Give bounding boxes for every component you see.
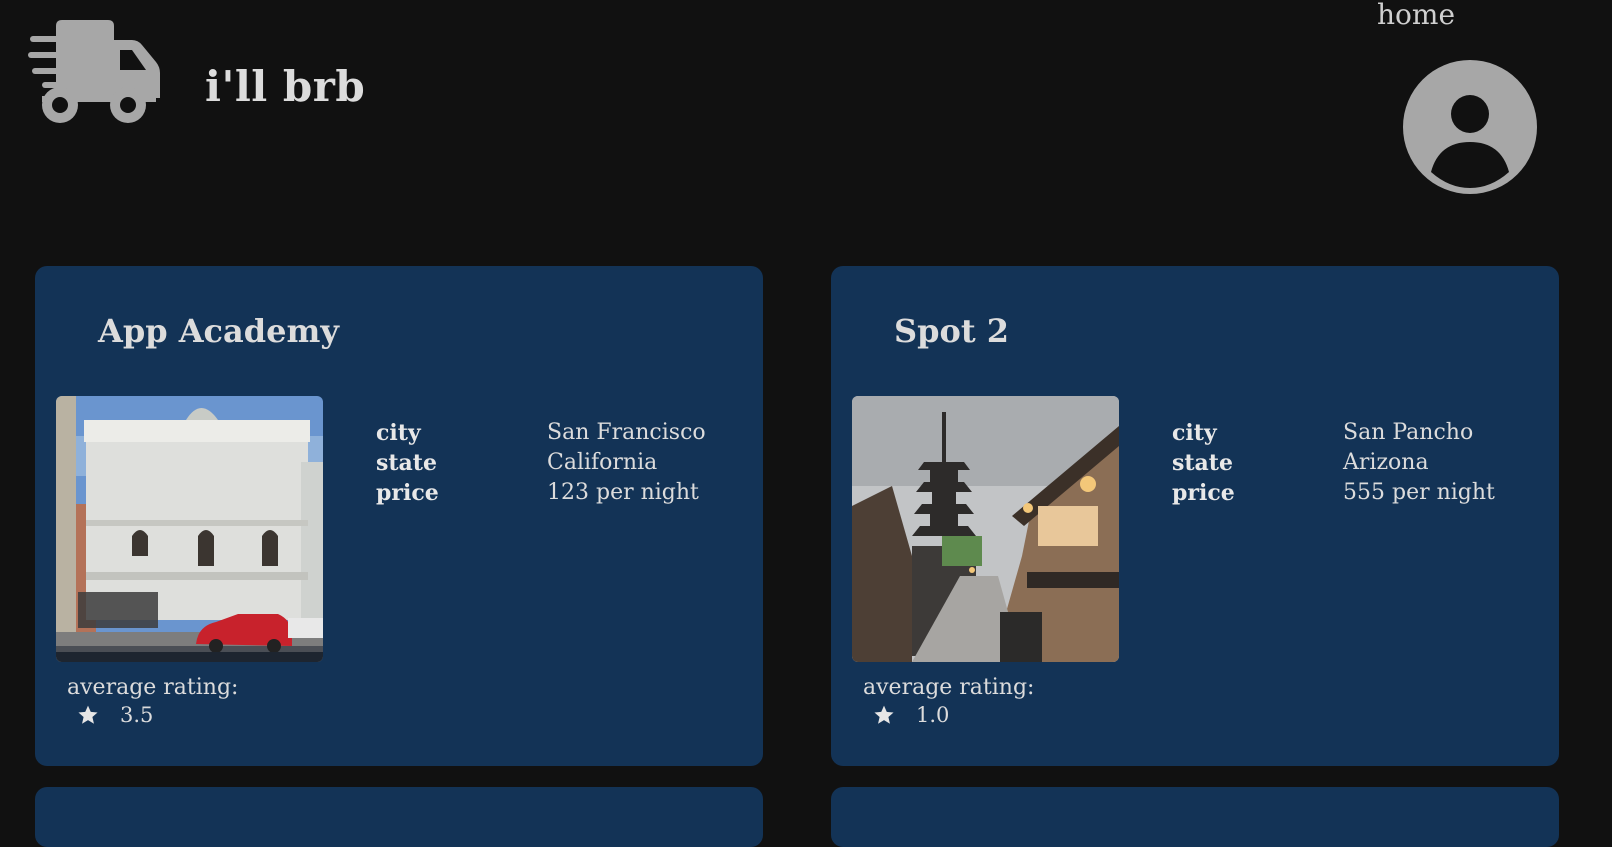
rating-label: average rating: (863, 675, 1035, 700)
site-title[interactable]: i'll brb (205, 62, 365, 111)
detail-row-city: city San Francisco (376, 418, 706, 448)
rating-label: average rating: (67, 675, 239, 700)
city-value: San Francisco (547, 420, 706, 445)
star-icon (78, 705, 98, 724)
spot-photo (852, 396, 1119, 662)
price-label: price (1172, 480, 1235, 506)
state-value: California (547, 450, 658, 475)
price-label: price (376, 480, 439, 506)
price-value: 123 per night (547, 480, 699, 505)
rating-row: 3.5 (77, 703, 153, 727)
star-icon (874, 705, 894, 724)
spot-title: Spot 2 (894, 312, 1010, 350)
spot-card-app-academy[interactable]: App Academy city San Francisco state Cal… (35, 266, 763, 766)
spot-card-spot-2[interactable]: Spot 2 city San Pancho state Arizona pri… (831, 266, 1559, 766)
state-label: state (1172, 450, 1233, 476)
spot-photo (56, 396, 323, 662)
truck-fast-icon[interactable] (28, 18, 164, 126)
home-link[interactable]: home (1377, 0, 1455, 30)
user-circle-icon[interactable] (1403, 60, 1537, 194)
detail-row-price: price 123 per night (376, 478, 706, 508)
rating-value: 3.5 (120, 703, 154, 727)
price-value: 555 per night (1343, 480, 1495, 505)
detail-row-price: price 555 per night (1172, 478, 1495, 508)
city-label: city (1172, 420, 1217, 446)
spot-card-partial[interactable] (35, 787, 763, 847)
site-header: i'll brb home (0, 0, 1612, 250)
detail-row-state: state California (376, 448, 706, 478)
detail-row-state: state Arizona (1172, 448, 1495, 478)
city-value: San Pancho (1343, 420, 1474, 445)
rating-row: 1.0 (873, 703, 949, 727)
spot-details: city San Pancho state Arizona price 555 … (1172, 418, 1495, 508)
rating-value: 1.0 (916, 703, 950, 727)
state-value: Arizona (1343, 450, 1429, 475)
spot-title: App Academy (98, 312, 339, 350)
detail-row-city: city San Pancho (1172, 418, 1495, 448)
state-label: state (376, 450, 437, 476)
city-label: city (376, 420, 421, 446)
spot-details: city San Francisco state California pric… (376, 418, 706, 508)
spot-card-partial[interactable] (831, 787, 1559, 847)
